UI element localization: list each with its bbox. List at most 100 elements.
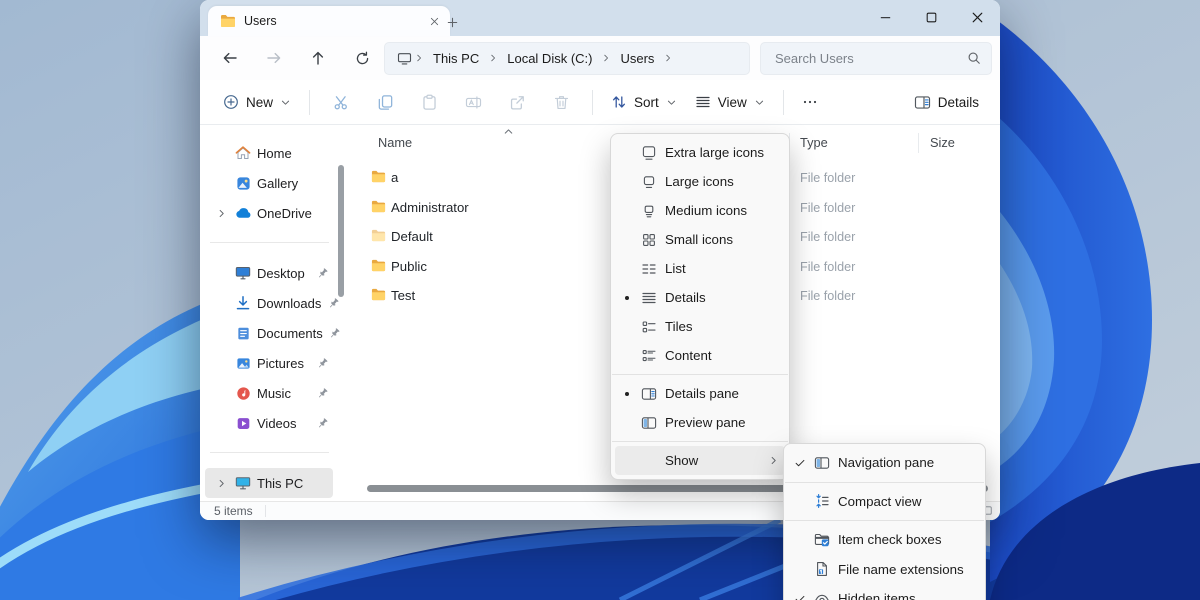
menu-item-extra-large-icons[interactable]: Extra large icons [615,138,785,167]
sidebar-item-videos[interactable]: Videos [205,408,333,438]
paste-button[interactable] [407,85,451,119]
chevron-right-icon[interactable] [663,53,673,63]
share-button[interactable] [495,85,539,119]
sidebar-item-downloads[interactable]: Downloads [205,288,333,318]
menu-item-large-icons[interactable]: Large icons [615,167,785,196]
checkmark-icon [792,457,808,469]
show-submenu: Navigation pane Compact view Item check … [783,443,986,600]
videos-icon [234,416,252,431]
more-button[interactable] [793,85,827,119]
gallery-icon [234,176,252,191]
details-label: Details [938,95,979,110]
sidebar-item-this-pc[interactable]: This PC [205,468,333,498]
cut-button[interactable] [319,85,363,119]
sidebar-item-gallery[interactable]: Gallery [205,168,333,198]
delete-button[interactable] [539,85,583,119]
submenu-item-hidden-items[interactable]: Hidden items [788,584,981,600]
sidebar-separator [210,242,329,243]
tab-close-button[interactable] [427,14,442,29]
navigation-pane: Home Gallery OneDrive Desktop [200,125,365,501]
cut-icon [333,94,350,111]
breadcrumb[interactable]: This PC Local Disk (C:) Users [384,42,750,75]
chevron-right-icon[interactable] [414,53,424,63]
chevron-down-icon [754,97,765,108]
rename-button[interactable] [451,85,495,119]
status-divider [265,505,266,517]
search-box[interactable] [760,42,992,75]
menu-separator [612,374,788,375]
sidebar-item-onedrive[interactable]: OneDrive [205,198,333,228]
toolbar-divider [592,90,593,115]
column-header-size[interactable]: Size [930,135,955,150]
selected-bullet [619,392,635,396]
column-divider[interactable] [918,133,919,153]
view-label: View [718,95,747,110]
sidebar-scrollbar[interactable] [338,165,344,297]
refresh-button[interactable] [340,40,384,76]
breadcrumb-this-pc[interactable]: This PC [424,51,488,66]
chevron-down-icon [666,97,677,108]
column-header-type[interactable]: Type [800,135,828,150]
file-explorer-window: Users This PC Local Disk (C:) [200,0,1000,520]
menu-item-tiles[interactable]: Tiles [615,312,785,341]
submenu-item-compact-view[interactable]: Compact view [788,487,981,517]
search-input[interactable] [773,50,967,67]
new-tab-button[interactable] [444,14,461,31]
details-toggle-button[interactable]: Details [905,88,988,117]
this-pc-icon [234,475,252,491]
folder-icon [220,13,236,29]
this-pc-icon [397,51,412,66]
menu-item-small-icons[interactable]: Small icons [615,225,785,254]
rename-icon [465,94,482,111]
sort-button[interactable]: Sort [602,88,686,116]
menu-item-preview-pane[interactable]: Preview pane [615,408,785,437]
screen: Users This PC Local Disk (C:) [0,0,1200,600]
sidebar-item-pictures[interactable]: Pictures [205,348,333,378]
copy-button[interactable] [363,85,407,119]
column-header-name[interactable]: Name [378,135,412,150]
view-icon [695,94,711,110]
breadcrumb-local-disk[interactable]: Local Disk (C:) [498,51,601,66]
breadcrumb-users[interactable]: Users [611,51,663,66]
submenu-item-file-name-extensions[interactable]: File name extensions [788,555,981,585]
title-bar[interactable]: Users [200,0,1000,36]
menu-item-content[interactable]: Content [615,341,785,370]
menu-item-details-pane[interactable]: Details pane [615,379,785,408]
pin-icon [315,267,329,280]
sort-ascending-icon[interactable] [502,125,515,143]
forward-button[interactable] [252,40,296,76]
sidebar-item-desktop[interactable]: Desktop [205,258,333,288]
chevron-right-icon[interactable] [601,53,611,63]
minimize-button[interactable] [862,0,908,35]
desktop-icon [234,265,252,281]
view-menu: Extra large icons Large icons Medium ico… [610,133,790,480]
menu-item-details[interactable]: Details [615,283,785,312]
chevron-right-icon[interactable] [488,53,498,63]
menu-item-medium-icons[interactable]: Medium icons [615,196,785,225]
tab-title: Users [244,14,419,28]
expand-chevron-icon[interactable] [213,478,229,489]
music-icon [234,386,252,401]
up-button[interactable] [296,40,340,76]
view-button[interactable]: View [686,88,774,116]
back-button[interactable] [208,40,252,76]
new-button[interactable]: New [214,88,300,116]
sidebar-item-documents[interactable]: Documents [205,318,333,348]
share-icon [509,94,526,111]
menu-separator [612,441,788,442]
submenu-item-item-check-boxes[interactable]: Item check boxes [788,525,981,555]
pin-icon [315,387,329,400]
pin-icon [315,417,329,430]
sidebar-item-music[interactable]: Music [205,378,333,408]
submenu-item-navigation-pane[interactable]: Navigation pane [788,448,981,478]
maximize-button[interactable] [908,0,954,35]
pin-icon [315,357,329,370]
menu-item-show[interactable]: Show [615,446,785,475]
documents-icon [234,326,252,341]
menu-item-list[interactable]: List [615,254,785,283]
sidebar-item-home[interactable]: Home [205,138,333,168]
expand-chevron-icon[interactable] [213,208,229,219]
explorer-tab[interactable]: Users [208,6,450,36]
preview-pane-icon [640,415,657,431]
close-button[interactable] [954,0,1000,35]
